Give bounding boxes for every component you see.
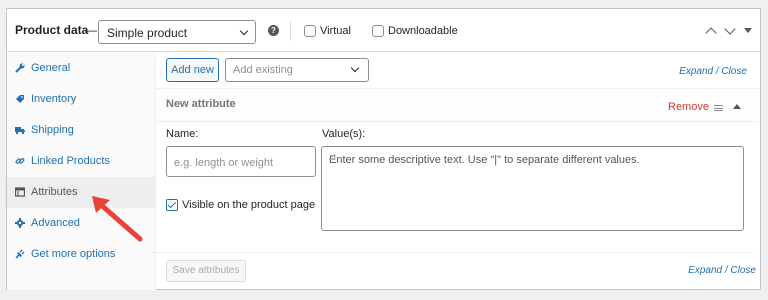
sidebar-item-label: Shipping xyxy=(31,124,74,136)
attribute-name-input[interactable]: e.g. length or weight xyxy=(166,146,316,177)
gear-icon xyxy=(15,218,25,228)
table-icon xyxy=(15,187,25,197)
toggle-panel-icon[interactable] xyxy=(744,28,752,33)
resize-grip-icon[interactable] xyxy=(329,154,335,160)
name-placeholder: e.g. length or weight xyxy=(174,157,274,169)
save-attributes-button[interactable]: Save attributes xyxy=(166,260,246,282)
truck-icon xyxy=(15,127,25,135)
values-label: Value(s): xyxy=(322,128,366,140)
divider xyxy=(290,21,291,41)
visible-on-product-page-checkbox[interactable] xyxy=(166,199,178,211)
link-icon xyxy=(15,158,25,164)
downloadable-label[interactable]: Downloadable xyxy=(388,25,458,37)
add-existing-select[interactable]: Add existing xyxy=(225,58,369,82)
sidebar-item-label: General xyxy=(31,62,71,74)
add-new-button[interactable]: Add new xyxy=(166,58,219,82)
sidebar-item-linked-products[interactable]: Linked Products xyxy=(7,146,156,177)
name-label: Name: xyxy=(166,128,199,140)
annotation-arrow-icon xyxy=(92,196,143,242)
add-existing-placeholder: Add existing xyxy=(233,64,293,76)
sidebar-item-label: Advanced xyxy=(31,217,80,229)
attributes-toolbar: Add new Add existing Expand / Close xyxy=(156,52,759,89)
chevron-down-icon xyxy=(239,26,249,36)
wrench-icon xyxy=(15,63,25,73)
attribute-header[interactable]: New attribute Remove xyxy=(156,89,759,122)
product-data-tabs: General Inventory Shipping Linked Produc… xyxy=(7,53,156,290)
sidebar-item-general[interactable]: General xyxy=(7,53,156,84)
product-type-select[interactable]: Simple product xyxy=(98,20,256,44)
drag-handle-icon[interactable] xyxy=(714,105,723,111)
move-up-icon[interactable] xyxy=(705,27,717,39)
panel-title: Product data xyxy=(15,23,89,37)
footer-divider xyxy=(150,252,753,253)
tag-icon xyxy=(16,95,24,103)
downloadable-checkbox[interactable] xyxy=(372,25,384,37)
attribute-values-textarea[interactable]: Enter some descriptive text. Use "|" to … xyxy=(321,146,744,231)
remove-attribute-link[interactable]: Remove xyxy=(668,101,709,113)
product-type-value: Simple product xyxy=(107,26,188,40)
values-placeholder: Enter some descriptive text. Use "|" to … xyxy=(329,154,640,166)
expand-close-link-bottom[interactable]: Expand / Close xyxy=(688,265,756,276)
sidebar-item-label: Attributes xyxy=(31,186,78,198)
virtual-label[interactable]: Virtual xyxy=(320,25,351,37)
attribute-title: New attribute xyxy=(166,98,236,110)
virtual-checkbox[interactable] xyxy=(304,25,316,37)
expand-close-link[interactable]: Expand / Close xyxy=(679,66,747,77)
sidebar-item-label: Get more options xyxy=(31,248,116,260)
product-data-header: Product data — Simple product ? Virtual … xyxy=(7,9,760,52)
help-icon[interactable]: ? xyxy=(268,25,279,36)
sidebar-item-label: Linked Products xyxy=(31,155,110,167)
collapse-icon[interactable] xyxy=(733,104,741,109)
chevron-down-icon xyxy=(350,63,360,73)
sidebar-item-shipping[interactable]: Shipping xyxy=(7,115,156,146)
plugin-icon xyxy=(15,249,25,259)
sidebar-item-label: Inventory xyxy=(31,93,77,105)
sidebar-item-inventory[interactable]: Inventory xyxy=(7,84,156,115)
move-down-icon[interactable] xyxy=(724,23,736,35)
visible-label[interactable]: Visible on the product page xyxy=(182,199,315,211)
title-dash: — xyxy=(85,23,97,37)
